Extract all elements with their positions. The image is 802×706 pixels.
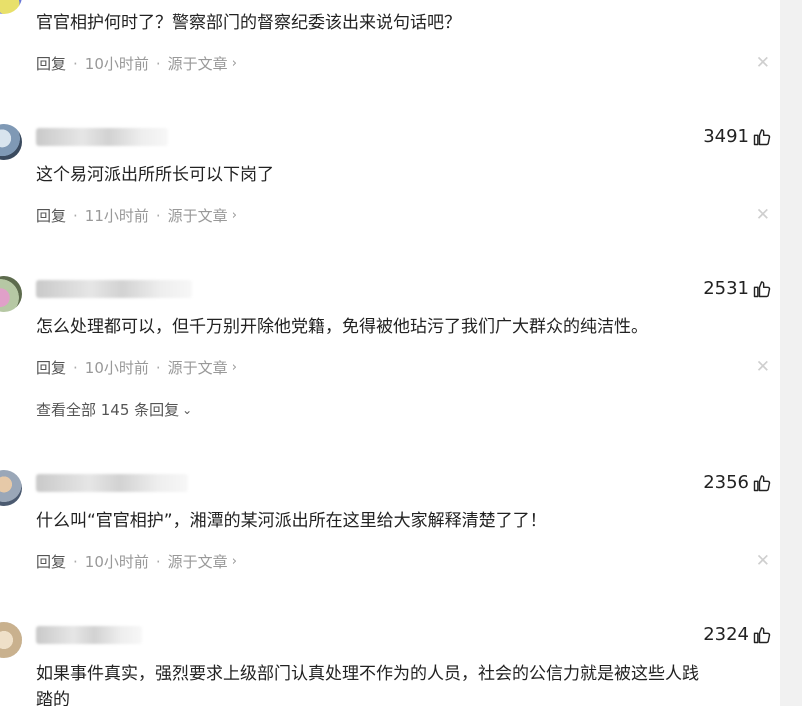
thumbs-up-icon <box>753 128 771 145</box>
comment-item: 2324 如果事件真实，强烈要求上级部门认真处理不作为的人员，社会的公信力就是被… <box>0 620 780 706</box>
avatar[interactable] <box>0 622 22 658</box>
comment-item: 2531 怎么处理都可以，但千万别开除他党籍，免得被他玷污了我们广大群众的纯洁性… <box>0 274 780 424</box>
close-icon[interactable]: ✕ <box>756 357 770 377</box>
comment-list: 官官相护何时了？警察部门的督察纪委该出来说句话吧？ 回复 · 10小时前 · 源… <box>0 0 780 706</box>
close-icon[interactable]: ✕ <box>756 53 770 73</box>
reply-button[interactable]: 回复 <box>36 53 66 74</box>
like-button[interactable]: 3491 <box>703 126 772 147</box>
chevron-right-icon: › <box>231 554 237 569</box>
thumbs-up-icon <box>753 474 771 491</box>
comment-meta: 回复 · 10小时前 · 源于文章 › <box>36 357 237 378</box>
source-link[interactable]: 源于文章 <box>168 357 228 378</box>
username-blurred <box>36 474 188 492</box>
comment-time: 10小时前 <box>84 55 149 73</box>
comment-item: 2356 什么叫“官官相护”，湘潭的某河派出所在这里给大家解释清楚了了！ 回复 … <box>0 468 780 588</box>
separator-dot: · <box>155 54 161 73</box>
avatar[interactable] <box>0 124 22 160</box>
comment-text: 什么叫“官官相护”，湘潭的某河派出所在这里给大家解释清楚了了！ <box>36 511 547 531</box>
source-link[interactable]: 源于文章 <box>168 551 228 572</box>
username-blurred <box>36 128 168 146</box>
like-count: 2531 <box>703 278 749 299</box>
comment-meta: 回复 · 11小时前 · 源于文章 › <box>36 205 237 226</box>
separator-dot: · <box>73 552 78 571</box>
comment-text-continued: 踏的 <box>36 690 70 706</box>
view-all-replies-button[interactable]: 查看全部 145 条回复 ⌄ <box>36 399 192 420</box>
comment-item: 官官相护何时了？警察部门的督察纪委该出来说句话吧？ 回复 · 10小时前 · 源… <box>0 0 780 100</box>
like-count: 3491 <box>703 126 749 147</box>
separator-dot: · <box>73 54 78 73</box>
separator-dot: · <box>155 206 161 225</box>
like-button[interactable]: 2531 <box>703 278 772 299</box>
comment-time: 10小时前 <box>84 359 149 377</box>
comment-meta: 回复 · 10小时前 · 源于文章 › <box>36 551 237 572</box>
avatar[interactable] <box>0 276 22 312</box>
reply-button[interactable]: 回复 <box>36 205 66 226</box>
separator-dot: · <box>73 206 78 225</box>
comment-meta: 回复 · 10小时前 · 源于文章 › <box>36 53 237 74</box>
scrollbar-thumb[interactable] <box>784 0 798 706</box>
chevron-right-icon: › <box>231 56 237 71</box>
reply-button[interactable]: 回复 <box>36 357 66 378</box>
source-link[interactable]: 源于文章 <box>168 205 228 226</box>
username-blurred <box>36 280 192 298</box>
separator-dot: · <box>73 358 78 377</box>
thumbs-up-icon <box>753 626 771 643</box>
close-icon[interactable]: ✕ <box>756 551 770 571</box>
comment-item: 3491 这个易河派出所所长可以下岗了 回复 · 11小时前 · 源于文章 › … <box>0 122 780 242</box>
view-all-label: 查看全部 145 条回复 <box>36 401 180 419</box>
chevron-right-icon: › <box>231 208 237 223</box>
comment-time: 10小时前 <box>84 553 149 571</box>
separator-dot: · <box>155 552 161 571</box>
source-link[interactable]: 源于文章 <box>168 53 228 74</box>
like-button[interactable]: 2356 <box>703 472 772 493</box>
chevron-down-icon: ⌄ <box>182 402 193 417</box>
avatar[interactable] <box>0 470 22 506</box>
comment-text: 怎么处理都可以，但千万别开除他党籍，免得被他玷污了我们广大群众的纯洁性。 <box>36 317 648 337</box>
thumbs-up-icon <box>753 280 771 297</box>
reply-button[interactable]: 回复 <box>36 551 66 572</box>
comment-time: 11小时前 <box>84 207 149 225</box>
username-blurred <box>36 626 142 644</box>
comment-text: 官官相护何时了？警察部门的督察纪委该出来说句话吧？ <box>36 13 461 33</box>
comment-text: 这个易河派出所所长可以下岗了 <box>36 165 274 185</box>
avatar[interactable] <box>0 0 22 14</box>
chevron-right-icon: › <box>231 360 237 375</box>
separator-dot: · <box>155 358 161 377</box>
like-count: 2324 <box>703 624 749 645</box>
comment-text: 如果事件真实，强烈要求上级部门认真处理不作为的人员，社会的公信力就是被这些人践 <box>36 664 699 684</box>
like-count: 2356 <box>703 472 749 493</box>
like-button[interactable]: 2324 <box>703 624 772 645</box>
close-icon[interactable]: ✕ <box>756 205 770 225</box>
